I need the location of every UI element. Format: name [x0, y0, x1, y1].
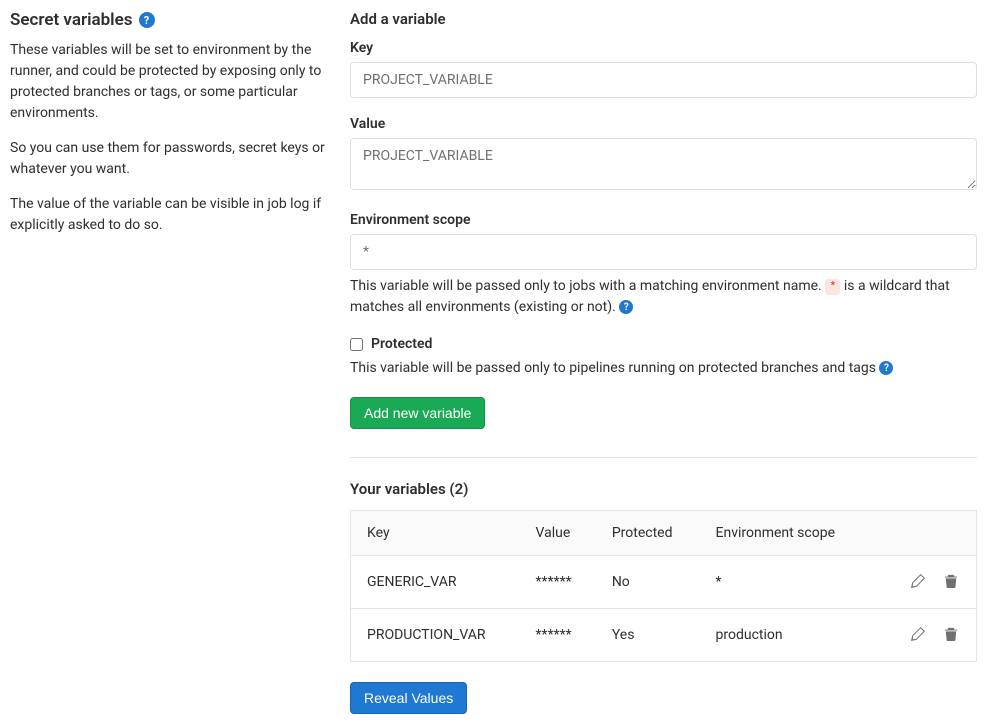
- key-input[interactable]: [350, 62, 977, 98]
- table-row: GENERIC_VAR ****** No *: [351, 556, 977, 609]
- help-icon[interactable]: ?: [139, 12, 155, 28]
- col-scope: Environment scope: [700, 511, 870, 556]
- cell-value: ******: [520, 556, 596, 609]
- add-variable-title: Add a variable: [350, 10, 977, 28]
- cell-key: GENERIC_VAR: [351, 556, 520, 609]
- protected-help-text: This variable will be passed only to pip…: [350, 358, 977, 379]
- scope-input[interactable]: [350, 234, 977, 270]
- help-icon[interactable]: ?: [619, 300, 633, 314]
- col-key: Key: [351, 511, 520, 556]
- value-textarea[interactable]: PROJECT_VARIABLE: [350, 138, 977, 190]
- edit-icon[interactable]: [909, 572, 927, 590]
- wildcard-chip: *: [825, 279, 840, 295]
- divider: [350, 457, 977, 458]
- scope-label: Environment scope: [350, 212, 977, 228]
- section-heading-text: Secret variables: [10, 10, 133, 30]
- help-icon[interactable]: ?: [879, 361, 893, 375]
- cell-scope: production: [700, 609, 870, 662]
- col-protected: Protected: [596, 511, 700, 556]
- protected-help-span: This variable will be passed only to pip…: [350, 360, 879, 376]
- reveal-values-button[interactable]: Reveal Values: [350, 682, 467, 714]
- scope-help-text: This variable will be passed only to job…: [350, 276, 977, 318]
- section-heading: Secret variables ?: [10, 10, 330, 30]
- trash-icon[interactable]: [942, 572, 960, 590]
- edit-icon[interactable]: [909, 625, 927, 643]
- variables-table: Key Value Protected Environment scope GE…: [350, 510, 977, 662]
- sidebar-description-2: So you can use them for passwords, secre…: [10, 138, 330, 180]
- col-actions: [869, 511, 976, 556]
- add-variable-button[interactable]: Add new variable: [350, 397, 485, 429]
- your-variables-heading: Your variables (2): [350, 480, 977, 498]
- protected-label[interactable]: Protected: [371, 336, 432, 352]
- trash-icon[interactable]: [942, 625, 960, 643]
- sidebar-description-3: The value of the variable can be visible…: [10, 194, 330, 236]
- table-row: PRODUCTION_VAR ****** Yes production: [351, 609, 977, 662]
- sidebar-description-1: These variables will be set to environme…: [10, 40, 330, 124]
- scope-help-pre: This variable will be passed only to job…: [350, 278, 825, 294]
- value-label: Value: [350, 116, 977, 132]
- col-value: Value: [520, 511, 596, 556]
- key-label: Key: [350, 40, 977, 56]
- cell-protected: Yes: [596, 609, 700, 662]
- cell-value: ******: [520, 609, 596, 662]
- cell-protected: No: [596, 556, 700, 609]
- cell-key: PRODUCTION_VAR: [351, 609, 520, 662]
- protected-checkbox[interactable]: [350, 338, 363, 351]
- cell-scope: *: [700, 556, 870, 609]
